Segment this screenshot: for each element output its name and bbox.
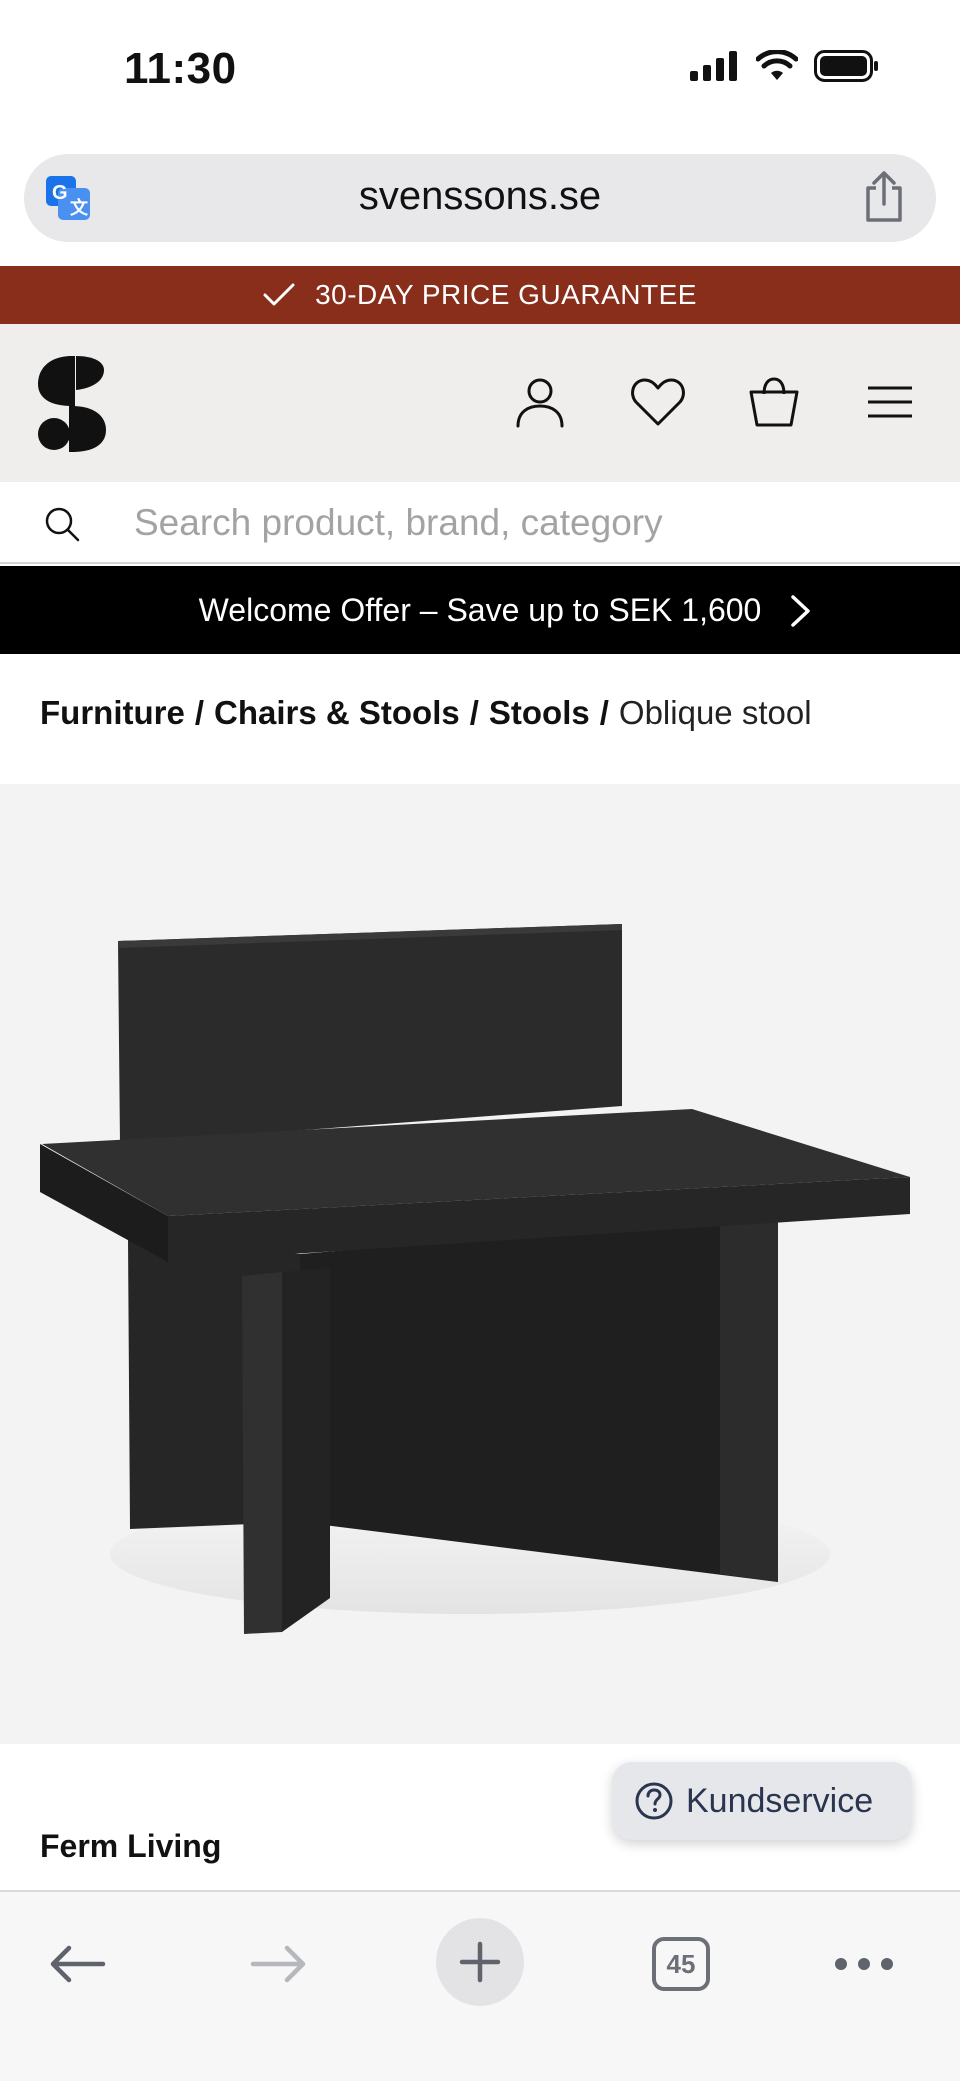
arrow-left-icon: [50, 1945, 106, 1983]
breadcrumb-separator: /: [599, 694, 609, 731]
breadcrumb-current: Oblique stool: [618, 694, 812, 731]
plus-icon: [459, 1941, 501, 1983]
breadcrumb: Furniture / Chairs & Stools / Stools / Oblique…: [40, 694, 812, 732]
url-text[interactable]: svenssons.se: [24, 174, 936, 219]
address-bar[interactable]: G 文 svenssons.se: [24, 154, 936, 242]
tabs-button[interactable]: 45: [650, 1922, 712, 2006]
menu-icon[interactable]: [866, 376, 914, 428]
svenssons-logo[interactable]: [36, 354, 108, 454]
site-header: [0, 324, 960, 482]
search-bar: [0, 482, 960, 564]
breadcrumb-separator: /: [194, 694, 204, 731]
breadcrumb-separator: /: [469, 694, 479, 731]
help-icon: [635, 1782, 673, 1820]
share-icon[interactable]: [862, 170, 906, 224]
search-icon[interactable]: [44, 506, 80, 542]
forward-button[interactable]: [246, 1922, 312, 2006]
breadcrumb-link-stools[interactable]: Stools: [489, 694, 590, 731]
arrow-right-icon: [250, 1945, 306, 1983]
price-guarantee-banner[interactable]: 30-DAY PRICE GUARANTEE: [0, 266, 960, 324]
welcome-offer-text: Welcome Offer – Save up to SEK 1,600: [198, 591, 762, 628]
kundservice-button[interactable]: Kundservice: [612, 1762, 912, 1840]
oblique-stool-image: [40, 924, 910, 1634]
welcome-offer-banner[interactable]: Welcome Offer – Save up to SEK 1,600: [0, 566, 960, 654]
chevron-right-icon: [791, 595, 810, 627]
battery-icon: [814, 50, 878, 82]
more-button[interactable]: [832, 1922, 896, 2006]
checkmark-icon: [263, 283, 295, 306]
breadcrumb-link-chairs-stools[interactable]: Chairs & Stools: [214, 694, 460, 731]
product-image[interactable]: [0, 784, 960, 1744]
product-brand[interactable]: Ferm Living: [40, 1828, 221, 1865]
wishlist-heart-icon[interactable]: [630, 376, 686, 428]
wifi-icon: [756, 50, 798, 80]
breadcrumb-link-furniture[interactable]: Furniture: [40, 694, 185, 731]
status-icons: [690, 50, 880, 82]
price-guarantee-text: 30-DAY PRICE GUARANTEE: [315, 279, 697, 310]
account-icon[interactable]: [514, 376, 566, 428]
status-time: 11:30: [124, 44, 237, 93]
new-tab-circle: [436, 1918, 524, 2006]
search-input[interactable]: [134, 496, 914, 550]
shopping-bag-icon[interactable]: [748, 376, 800, 428]
status-bar: 11:30: [0, 0, 960, 140]
cellular-signal-icon: [690, 51, 737, 81]
back-button[interactable]: [44, 1922, 110, 2006]
new-tab-button[interactable]: [436, 1918, 524, 2006]
kundservice-label: Kundservice: [686, 1781, 874, 1820]
ellipsis-icon: [835, 1958, 893, 1970]
tabs-count: 45: [652, 1937, 710, 1991]
browser-toolbar: 45: [0, 1890, 960, 2081]
